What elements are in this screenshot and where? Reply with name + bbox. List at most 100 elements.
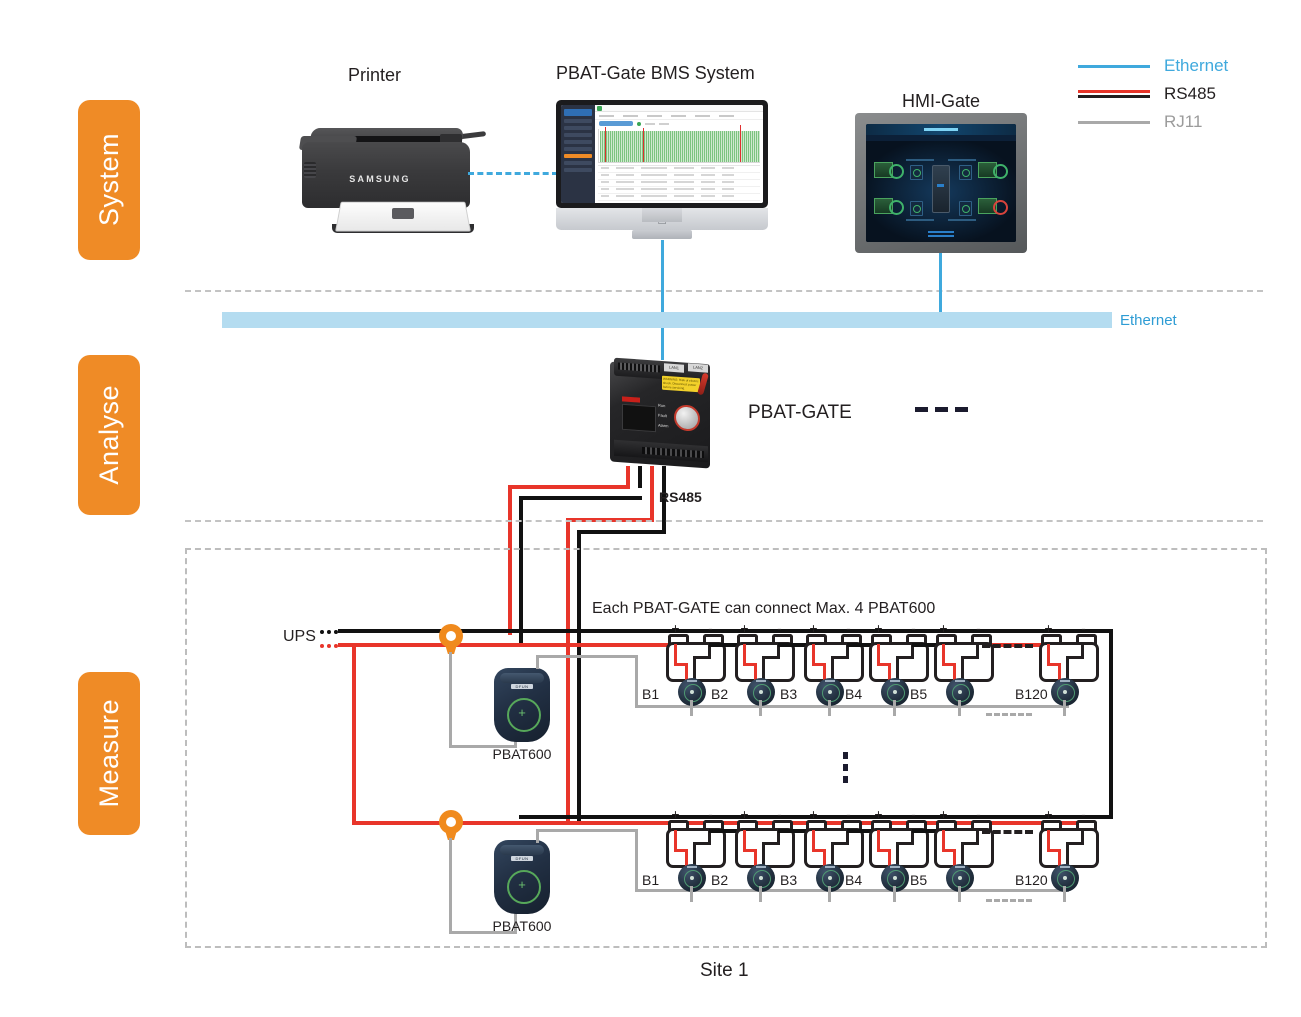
layer-tab-analyse-label: Analyse — [93, 385, 124, 485]
battery-cell[interactable]: + - B120 — [1015, 806, 1099, 896]
bms-nav-item[interactable] — [564, 126, 593, 130]
gate-lan2-port[interactable]: LAN2 — [688, 363, 708, 373]
battery-cell-label: B4 — [845, 872, 863, 888]
ethernet-bus-bar — [222, 312, 1112, 328]
battery-cell-label: B120 — [1015, 872, 1048, 888]
sensor-gap-ellipsis — [986, 899, 1032, 902]
string-return-black-lower — [1109, 709, 1113, 819]
rj11-ct-top — [449, 652, 452, 748]
gate-lan1-port[interactable]: LAN1 — [664, 363, 684, 373]
hmi-quadrant-br — [978, 197, 1008, 217]
hmi-link — [948, 159, 976, 161]
battery-cell-label: B2 — [711, 872, 729, 888]
sensor-drop-wire — [1063, 886, 1066, 902]
bms-topbar — [595, 105, 763, 113]
bms-nav-item[interactable] — [564, 133, 593, 137]
legend-item-rs485: RS485 — [1078, 80, 1228, 108]
hmi-node-icon — [959, 201, 972, 216]
sensor-drop-wire — [958, 886, 961, 902]
bms-logo — [564, 109, 593, 116]
hmi-device[interactable] — [855, 113, 1027, 253]
hmi-node-icon — [910, 201, 923, 216]
battery-cell[interactable]: + - B120 — [1015, 620, 1099, 710]
pbat600-plus-icon: + — [518, 705, 526, 720]
more-gates-ellipsis-icon — [915, 407, 968, 412]
hmi-footer — [928, 229, 954, 239]
gate-led-fault: Fault — [658, 412, 667, 419]
gate-led-alarm: Alarm — [658, 422, 669, 429]
legend-label-rs485: RS485 — [1164, 84, 1216, 103]
sensor-drop-wire — [759, 700, 762, 716]
ups-black-stub — [320, 630, 338, 634]
workstation-device[interactable]:  — [556, 100, 768, 240]
bms-tabbar[interactable] — [595, 112, 763, 121]
sensor-drop-wire — [958, 700, 961, 716]
battery-cell[interactable]: + - B5 — [910, 620, 994, 710]
sensor-drop-wire — [828, 886, 831, 902]
sensor-drop-wire — [893, 700, 896, 716]
bms-nav-item[interactable] — [564, 119, 593, 123]
legend-label-ethernet: Ethernet — [1164, 56, 1229, 75]
bms-nav-item[interactable] — [564, 168, 593, 172]
bms-nav-item[interactable] — [564, 147, 593, 151]
rs485-red-seg — [508, 485, 630, 489]
hmi-node-icon — [959, 165, 972, 180]
layer-tab-analyse[interactable]: Analyse — [78, 355, 140, 515]
rj11-p600-top-run — [536, 655, 638, 658]
sensor-drop-wire — [1063, 700, 1066, 716]
sensor-drop-wire — [893, 886, 896, 902]
battery-cell-label: B3 — [780, 872, 798, 888]
pbat-gate-device[interactable]: LAN1 LAN2 WARNING: Risk of electric shoc… — [600, 355, 720, 473]
bms-chart-spike — [740, 125, 742, 162]
hmi-quadrant-bl — [874, 197, 904, 217]
ethernet-drop-workstation — [661, 240, 664, 315]
rj11-p600-lower-run — [536, 829, 638, 832]
printer-to-workstation-link — [468, 172, 558, 175]
bms-toolbar-item[interactable] — [645, 122, 656, 125]
pbat600-brand-label: DFUN — [511, 684, 533, 689]
bms-toolbar-item[interactable] — [659, 122, 670, 125]
legend-item-ethernet: Ethernet — [1078, 52, 1228, 80]
legend: Ethernet RS485 RJ11 — [1078, 52, 1228, 136]
gate-warning-label: WARNING: Risk of electric shock. Disconn… — [662, 375, 700, 393]
bms-nav-item-active[interactable] — [564, 154, 593, 158]
layer-tab-system[interactable]: System — [78, 100, 140, 260]
monitor-bezel — [556, 100, 768, 208]
table-row — [598, 194, 760, 201]
gate-led-group: Run Fault Alarm — [658, 403, 668, 434]
pbat600-brand-label: DFUN — [511, 856, 533, 861]
hmi-quadrant-tr — [978, 161, 1008, 181]
legend-swatch-rs485 — [1078, 88, 1150, 100]
bms-primary-button[interactable] — [599, 121, 634, 127]
legend-swatch-ethernet — [1078, 60, 1150, 72]
sensor-drop-wire — [690, 886, 693, 902]
bms-toolbar[interactable] — [595, 120, 763, 128]
pbat600-cap — [500, 673, 544, 683]
hmi-screen-body — [866, 141, 1016, 242]
ups-label: UPS — [283, 628, 316, 645]
table-row — [598, 187, 760, 194]
monitor-screen — [561, 105, 763, 203]
bms-data-table — [598, 165, 760, 201]
bms-sidebar[interactable] — [561, 105, 596, 203]
bms-nav-item[interactable] — [564, 140, 593, 144]
pbat600-device-top[interactable]: DFUN + PBAT600 — [493, 668, 551, 762]
layer-tab-measure[interactable]: Measure — [78, 672, 140, 835]
sensor-drop-wire — [759, 886, 762, 902]
printer-device[interactable]: SAMSUNG — [288, 112, 488, 237]
table-row — [598, 166, 760, 173]
hmi-screen-header — [866, 124, 1016, 135]
battery-cell-label: B5 — [910, 872, 928, 888]
hmi-link — [948, 219, 976, 221]
rs485-black-seg — [519, 496, 642, 500]
pbat600-device-lower[interactable]: DFUN + PBAT600 — [493, 840, 551, 934]
table-row — [598, 180, 760, 187]
separator-system-analyse — [185, 290, 1263, 292]
gate-led-run: Run — [658, 402, 666, 409]
pbat-gate-label: PBAT-GATE — [748, 402, 852, 423]
pbat600-label-top: PBAT600 — [492, 746, 552, 762]
battery-cell[interactable]: + - B5 — [910, 806, 994, 896]
bms-nav-item[interactable] — [564, 161, 593, 165]
ups-red-riser — [352, 643, 356, 825]
string-gap-ellipsis — [982, 644, 1033, 648]
